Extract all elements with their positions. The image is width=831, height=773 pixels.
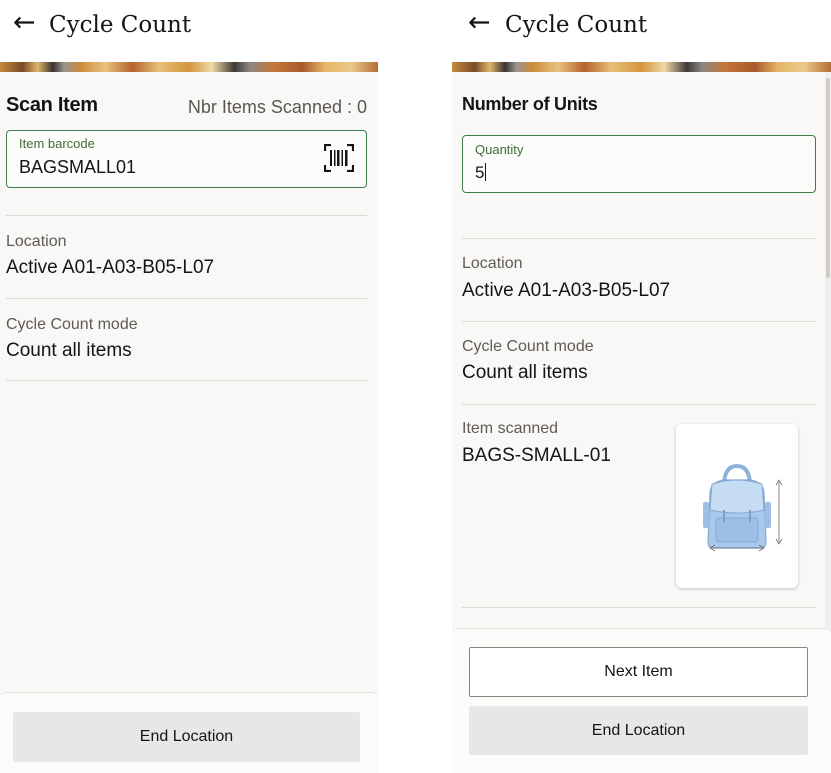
- app-bar: ← Cycle Count: [0, 0, 378, 62]
- back-arrow-icon[interactable]: ←: [13, 9, 36, 36]
- item-scanned-label: Item scanned: [462, 420, 559, 437]
- divider: [462, 321, 816, 322]
- divider: [6, 215, 367, 216]
- cycle-count-units-screen: ← Cycle Count Number of Units Quantity 5…: [452, 0, 831, 773]
- cycle-count-mode-label: Cycle Count mode: [6, 316, 138, 333]
- cycle-count-mode-value: Count all items: [462, 362, 588, 383]
- page-title: Cycle Count: [505, 12, 648, 38]
- end-location-button[interactable]: End Location: [13, 712, 360, 762]
- decorative-banner: [0, 62, 378, 72]
- divider: [6, 380, 367, 381]
- quantity-field[interactable]: Quantity 5: [462, 135, 816, 193]
- end-location-button[interactable]: End Location: [469, 706, 808, 755]
- quantity-input[interactable]: 5: [475, 163, 487, 183]
- location-label: Location: [6, 233, 67, 250]
- number-of-units-heading: Number of Units: [462, 94, 598, 114]
- item-product-image[interactable]: [676, 424, 798, 588]
- quantity-value: 5: [475, 163, 485, 182]
- scrollbar[interactable]: [825, 72, 831, 632]
- scan-item-heading: Scan Item: [6, 94, 98, 116]
- divider: [6, 298, 367, 299]
- item-barcode-label: Item barcode: [19, 136, 95, 151]
- cycle-count-scan-screen: ← Cycle Count Scan Item Nbr Items Scanne…: [0, 0, 378, 773]
- next-item-button[interactable]: Next Item: [469, 647, 808, 697]
- scrollbar-thumb[interactable]: [826, 78, 830, 278]
- divider: [462, 404, 816, 405]
- item-scanned-value: BAGS-SMALL-01: [462, 445, 611, 466]
- decorative-banner: [452, 62, 831, 72]
- item-barcode-field[interactable]: Item barcode BAGSMALL01: [6, 130, 367, 188]
- location-value: Active A01-A03-B05-L07: [462, 280, 671, 301]
- items-scanned-count: Nbr Items Scanned : 0: [187, 97, 367, 117]
- location-value: Active A01-A03-B05-L07: [6, 257, 215, 278]
- app-bar: ← Cycle Count: [452, 0, 831, 62]
- divider: [462, 607, 816, 608]
- location-label: Location: [462, 255, 523, 272]
- cycle-count-mode-label: Cycle Count mode: [462, 338, 594, 355]
- blue-backpack-image: [703, 463, 783, 552]
- item-barcode-value[interactable]: BAGSMALL01: [19, 157, 136, 178]
- bottom-action-panel: Next Item End Location: [452, 628, 831, 773]
- divider: [462, 238, 816, 239]
- quantity-label: Quantity: [475, 142, 524, 157]
- page-title: Cycle Count: [49, 12, 192, 38]
- barcode-scanner-icon[interactable]: [324, 144, 354, 172]
- text-caret: [485, 163, 487, 181]
- cycle-count-mode-value: Count all items: [6, 340, 132, 361]
- back-arrow-icon[interactable]: ←: [468, 9, 491, 36]
- bottom-action-panel: End Location: [0, 692, 378, 773]
